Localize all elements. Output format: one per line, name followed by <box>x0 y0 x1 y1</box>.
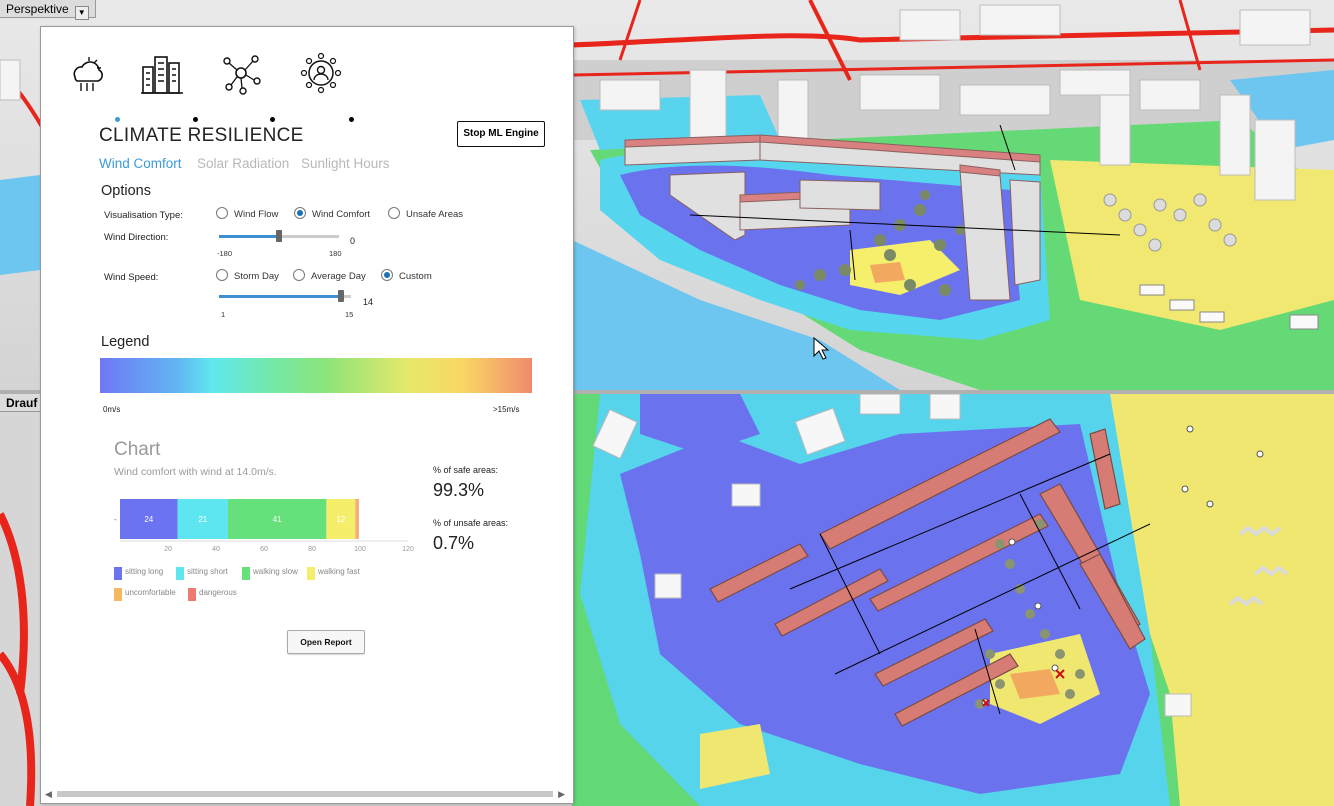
wind-speed-value: 14 <box>363 297 374 307</box>
radio-custom[interactable]: Custom <box>381 269 432 283</box>
legend-min-label: 0m/s <box>103 405 121 414</box>
open-report-button[interactable]: Open Report <box>287 630 365 654</box>
chart-legend-item: sitting short <box>176 567 228 580</box>
chart-legend-item: walking slow <box>242 567 298 580</box>
radio-wind-flow[interactable]: Wind Flow <box>216 207 278 221</box>
chart-legend-item: uncomfortable <box>114 588 176 601</box>
horizontal-scrollbar[interactable]: ◀ ▶ <box>45 789 565 799</box>
legend-label: sitting short <box>187 567 228 576</box>
wind-direction-label: Wind Direction: <box>104 232 169 243</box>
legend-swatch <box>188 588 196 601</box>
chart-tick-label: 20 <box>164 546 172 553</box>
legend-swatch <box>307 567 315 580</box>
legend-label: walking slow <box>253 567 298 576</box>
visualisation-type-label: Visualisation Type: <box>104 210 183 221</box>
viewport-label-top[interactable]: Drauf <box>0 394 45 412</box>
slider-fill <box>219 295 341 298</box>
legend-label: sitting long <box>125 567 164 576</box>
tab-indicator-dot <box>193 117 198 122</box>
slider-thumb[interactable] <box>276 230 282 242</box>
scroll-left-icon[interactable]: ◀ <box>45 789 52 800</box>
options-heading: Options <box>101 183 151 199</box>
chart-bar-segment <box>357 499 359 539</box>
panel-title: CLIMATE RESILIENCE <box>99 125 304 146</box>
weather-cloud-icon[interactable] <box>67 51 107 95</box>
climate-resilience-panel: CLIMATE RESILIENCE Stop ML Engine Wind C… <box>40 26 574 804</box>
subtab-sunlight-hours[interactable]: Sunlight Hours <box>301 156 390 171</box>
wind-speed-min: 1 <box>221 310 226 319</box>
scroll-track[interactable] <box>57 791 553 797</box>
unsafe-areas-value: 0.7% <box>433 533 475 553</box>
radio-storm-day[interactable]: Storm Day <box>216 269 279 283</box>
legend-swatch <box>176 567 184 580</box>
people-network-icon[interactable] <box>299 51 342 95</box>
legend-label: dangerous <box>199 588 237 597</box>
city-buildings-icon[interactable] <box>139 51 183 95</box>
radio-wind-comfort[interactable]: Wind Comfort <box>294 207 370 221</box>
network-nodes-icon[interactable] <box>219 51 261 95</box>
chart-data-label: 12 <box>336 515 345 524</box>
wind-direction-slider[interactable] <box>219 230 339 242</box>
tab-indicator-dot <box>270 117 275 122</box>
chart-tick-label: 40 <box>212 546 220 553</box>
chart-tick-label: 100 <box>354 546 366 553</box>
legend-heading: Legend <box>101 334 150 350</box>
slider-thumb[interactable] <box>338 290 344 302</box>
chart-legend-item: dangerous <box>188 588 237 601</box>
chart-data-label: 41 <box>273 515 282 524</box>
safe-areas-label: % of safe areas: <box>433 465 499 475</box>
slider-fill <box>219 235 279 238</box>
stop-ml-engine-button[interactable]: Stop ML Engine <box>457 121 545 147</box>
legend-label: walking fast <box>318 567 360 576</box>
wind-direction-min: -180 <box>217 249 233 258</box>
wind-direction-max: 180 <box>329 249 342 258</box>
chart-legend-item: walking fast <box>307 567 360 580</box>
chart-tick-label: 120 <box>402 546 414 553</box>
chart-legend-item: sitting long <box>114 567 164 580</box>
wind-direction-value: 0 <box>350 236 356 246</box>
wind-speed-label: Wind Speed: <box>104 272 159 283</box>
wind-comfort-bar-chart: - 24 21 41 12 20 40 60 80 100 120 <box>114 499 414 553</box>
tab-indicator-dot <box>349 117 354 122</box>
legend-swatch <box>114 567 122 580</box>
legend-swatch <box>242 567 250 580</box>
subtab-solar-radiation[interactable]: Solar Radiation <box>197 156 289 171</box>
chart-data-label: 24 <box>144 515 153 524</box>
unsafe-areas-label: % of unsafe areas: <box>433 518 509 528</box>
legend-color-bar <box>100 358 532 393</box>
wind-speed-max: 15 <box>345 310 354 319</box>
chart-heading: Chart <box>114 439 161 460</box>
wind-speed-slider[interactable] <box>219 290 351 302</box>
chart-category-label: - <box>114 515 117 524</box>
legend-max-label: >15m/s <box>493 405 520 414</box>
viewport-label-perspective[interactable]: Perspektive ▼ <box>0 0 96 20</box>
radio-unsafe-areas[interactable]: Unsafe Areas <box>388 207 463 221</box>
chart-subtitle: Wind comfort with wind at 14.0m/s. <box>114 466 277 478</box>
viewport-menu-icon[interactable]: ▼ <box>74 6 89 20</box>
chart-tick-label: 80 <box>308 546 316 553</box>
subtab-wind-comfort[interactable]: Wind Comfort <box>99 156 182 171</box>
legend-label: uncomfortable <box>125 588 176 597</box>
chart-data-label: 21 <box>198 515 207 524</box>
tab-indicator-dot <box>115 117 120 122</box>
radio-average-day[interactable]: Average Day <box>293 269 366 283</box>
scroll-right-icon[interactable]: ▶ <box>558 789 565 800</box>
chart-tick-label: 60 <box>260 546 268 553</box>
chart-bar-segment <box>355 499 358 539</box>
legend-swatch <box>114 588 122 601</box>
safe-areas-value: 99.3% <box>433 480 485 500</box>
